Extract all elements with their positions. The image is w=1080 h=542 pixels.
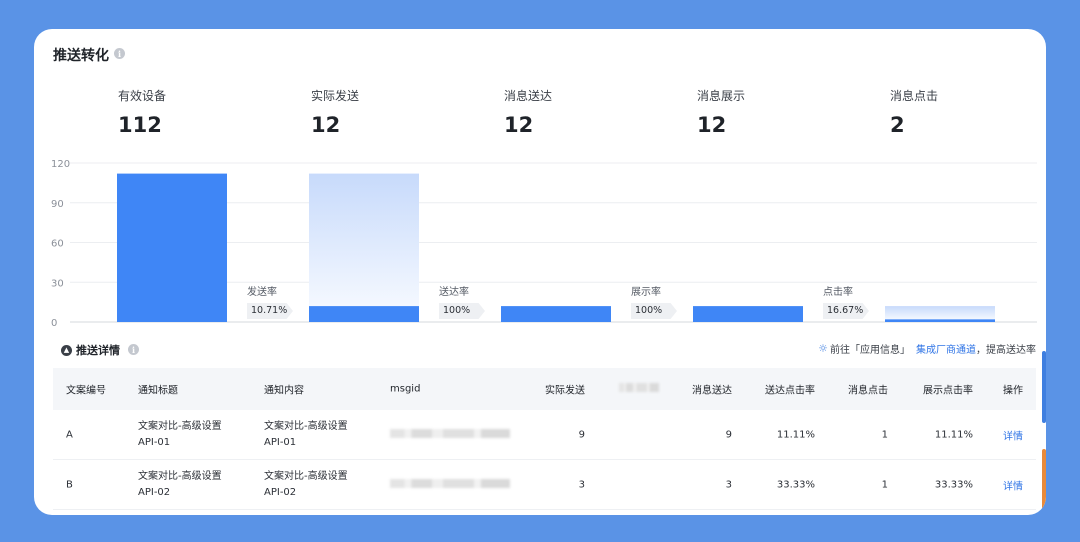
col-actual-sent: 实际发送 <box>545 385 585 397</box>
cell-title: 文案对比-高级设置 API-02 <box>138 469 222 501</box>
cell-title-line2: API-01 <box>138 436 171 448</box>
cell-copy-id: A <box>66 429 73 440</box>
bar-1 <box>117 173 227 322</box>
redacted-msgid <box>390 428 510 438</box>
cell-title-line1: 文案对比-高级设置 <box>138 420 222 432</box>
redacted-msgid <box>390 478 510 488</box>
cell-content-line1: 文案对比-高级设置 <box>264 470 348 482</box>
cell-msgid <box>390 478 510 491</box>
bar-3 <box>501 306 611 322</box>
cell-content: 文案对比-高级设置 API-02 <box>264 469 348 501</box>
cell-msgid <box>390 428 510 441</box>
push-details-toggle[interactable]: ▲ 推送详情 <box>61 342 120 358</box>
rate-value: 16.67% <box>823 303 869 319</box>
rate-label: 点击率 <box>823 287 853 298</box>
rate-label: 送达率 <box>439 287 469 298</box>
rate-value: 10.71% <box>247 303 293 319</box>
y-tick-label: 90 <box>51 199 64 210</box>
table-row: A 文案对比-高级设置 API-01 文案对比-高级设置 API-01 9 9 … <box>53 410 1036 460</box>
rate-tag-send: 发送率 10.71% <box>247 283 293 319</box>
cell-delivered: 9 <box>725 429 732 440</box>
bar-4 <box>693 306 803 322</box>
y-tick-label: 60 <box>51 239 64 250</box>
vendor-channel-notice: ☼ 前往「应用信息」 集成厂商通道 ，提高送达率 <box>818 341 1036 356</box>
y-tick-label: 120 <box>51 159 70 170</box>
rate-label: 展示率 <box>631 287 661 298</box>
col-clicks: 消息点击 <box>848 385 888 397</box>
cell-content-line1: 文案对比-高级设置 <box>264 420 348 432</box>
cell-show-ctr: 11.11% <box>934 429 973 440</box>
rate-tag-show: 展示率 100% <box>631 283 677 319</box>
push-details-table: 文案编号 通知标题 通知内容 msgid 实际发送 消息送达 送达点击率 消息点… <box>53 368 1036 510</box>
cell-delivered: 3 <box>725 479 732 490</box>
table-header: 文案编号 通知标题 通知内容 msgid 实际发送 消息送达 送达点击率 消息点… <box>53 368 1036 410</box>
cell-clicks: 1 <box>881 479 888 490</box>
y-tick-label: 0 <box>51 318 57 329</box>
bar-2 <box>309 306 419 322</box>
rate-value: 100% <box>631 303 677 319</box>
cell-copy-id: B <box>66 479 73 490</box>
details-title: 推送详情 <box>76 344 120 357</box>
integrate-vendor-channel-link[interactable]: 集成厂商通道 <box>916 341 976 356</box>
conversion-ghost-bar <box>309 173 419 307</box>
collapse-icon[interactable]: ▲ <box>61 344 72 356</box>
conversion-ghost-bar <box>885 306 995 320</box>
cell-title: 文案对比-高级设置 API-01 <box>138 419 222 451</box>
cell-title-line2: API-02 <box>138 486 171 498</box>
cell-deliver-ctr: 11.11% <box>776 429 815 440</box>
cell-show-ctr: 33.33% <box>934 479 973 490</box>
col-copy-id: 文案编号 <box>66 385 106 397</box>
rate-tag-deliver: 送达率 100% <box>439 283 485 319</box>
details-link[interactable]: 详情 <box>1003 427 1023 442</box>
col-deliver-ctr: 送达点击率 <box>765 385 815 397</box>
lightbulb-icon: ☼ <box>818 342 828 355</box>
cell-content-line2: API-01 <box>264 436 297 448</box>
notice-prefix: 前往「应用信息」 <box>830 345 910 356</box>
rate-value: 100% <box>439 303 485 319</box>
side-strip-orange <box>1042 449 1046 515</box>
cell-actual-sent: 3 <box>578 479 585 490</box>
cell-content: 文案对比-高级设置 API-01 <box>264 419 348 451</box>
funnel-bar-chart: 0 30 60 90 120 <box>51 159 1037 329</box>
cell-deliver-ctr: 33.33% <box>776 479 815 490</box>
push-conversion-card: 推送转化 i 有效设备 112 实际发送 12 消息送达 12 消息展示 12 … <box>34 29 1046 515</box>
bar-5 <box>885 319 995 322</box>
rate-tag-click: 点击率 16.67% <box>823 283 869 319</box>
col-msgid: msgid <box>390 383 421 395</box>
redacted-header-text <box>619 383 659 392</box>
col-title: 通知标题 <box>138 385 178 397</box>
col-redacted <box>619 383 659 395</box>
col-action: 操作 <box>1003 385 1023 397</box>
side-strip-blue <box>1042 351 1046 423</box>
cell-actual-sent: 9 <box>578 429 585 440</box>
details-link[interactable]: 详情 <box>1003 477 1023 492</box>
rate-label: 发送率 <box>247 287 277 298</box>
cell-clicks: 1 <box>881 429 888 440</box>
col-delivered: 消息送达 <box>692 385 732 397</box>
y-tick-label: 30 <box>51 278 64 289</box>
info-icon[interactable]: i <box>128 344 139 355</box>
cell-title-line1: 文案对比-高级设置 <box>138 470 222 482</box>
col-show-ctr: 展示点击率 <box>923 385 973 397</box>
table-row: B 文案对比-高级设置 API-02 文案对比-高级设置 API-02 3 3 … <box>53 460 1036 510</box>
col-content: 通知内容 <box>264 385 304 397</box>
notice-suffix: ，提高送达率 <box>976 345 1036 356</box>
cell-content-line2: API-02 <box>264 486 297 498</box>
